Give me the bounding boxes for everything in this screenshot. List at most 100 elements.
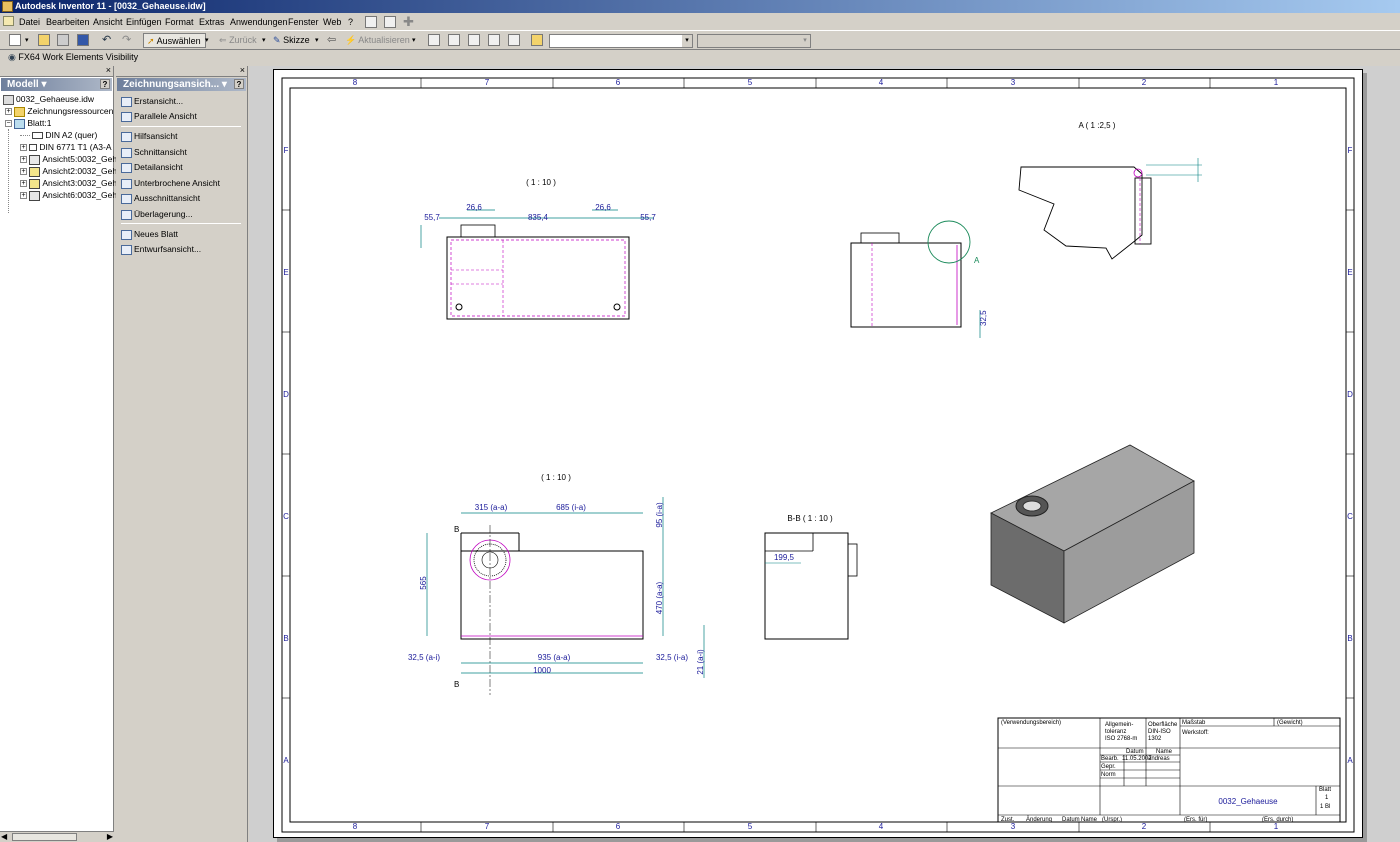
pan-icon[interactable] bbox=[488, 34, 500, 46]
tree-item-border[interactable]: DIN A2 (quer) bbox=[20, 129, 97, 141]
browser-dropdown-icon[interactable]: ▾ bbox=[41, 79, 46, 90]
side-view-outline bbox=[850, 242, 962, 328]
expand-icon[interactable]: + bbox=[20, 156, 27, 164]
redo-icon[interactable]: ↷ bbox=[122, 33, 131, 48]
tool-breakout-view[interactable]: Ausschnittansicht bbox=[121, 191, 200, 205]
collapse-icon[interactable]: − bbox=[5, 120, 12, 128]
layer-combo[interactable]: ▾ bbox=[697, 34, 811, 48]
tool-detail-view[interactable]: Detailansicht bbox=[121, 160, 183, 174]
undo-icon[interactable]: ↶ bbox=[102, 33, 111, 48]
expand-icon[interactable]: + bbox=[20, 168, 27, 176]
back-dropdown-icon[interactable]: ▾ bbox=[262, 33, 266, 48]
top-view[interactable]: ( 1 : 10 ) 55,7 26,6 835,4 26,6 55,7 bbox=[420, 178, 656, 320]
zoom-icon[interactable] bbox=[468, 34, 480, 46]
tool-overlay[interactable]: Überlagerung... bbox=[121, 207, 193, 221]
plus-icon[interactable]: ✚ bbox=[403, 14, 414, 30]
open-icon[interactable] bbox=[38, 34, 50, 46]
expand-icon[interactable]: + bbox=[20, 180, 27, 188]
menu-ansicht[interactable]: Ansicht bbox=[93, 17, 123, 27]
save-icon[interactable] bbox=[77, 34, 89, 46]
front-view[interactable]: ( 1 : 10 ) B B 315 (a-a) 685 (i-a) 95 (i… bbox=[408, 473, 705, 695]
expand-icon[interactable]: + bbox=[5, 108, 12, 116]
tree-item-view6[interactable]: + Ansicht6:0032_Geh bbox=[20, 189, 117, 201]
front-view-outline bbox=[460, 550, 644, 640]
expand-icon[interactable]: + bbox=[20, 144, 27, 152]
tool-draft-view[interactable]: Entwurfsansicht... bbox=[121, 242, 201, 256]
menu-web[interactable]: Web bbox=[323, 17, 341, 27]
tb-footer: Änderung bbox=[1026, 816, 1052, 823]
tool-auxiliary-view[interactable]: Hilfsansicht bbox=[121, 129, 177, 143]
section-view-bb[interactable]: B-B ( 1 : 10 ) 199,5 bbox=[764, 514, 858, 640]
browser-caption[interactable]: Modell ▾ ? bbox=[1, 78, 112, 91]
tree-item-view2[interactable]: + Ansicht2:0032_Geh bbox=[20, 165, 117, 177]
sketch-button[interactable]: ✎ Skizze bbox=[273, 33, 310, 48]
tree-item-sheet[interactable]: − Blatt:1 bbox=[5, 117, 51, 129]
scroll-right-icon[interactable]: ▶ bbox=[107, 832, 113, 841]
scroll-left-icon[interactable]: ◀ bbox=[1, 832, 7, 841]
select-button[interactable]: ➚ Auswählen bbox=[143, 33, 206, 48]
tb-norm: Norm bbox=[1101, 772, 1116, 778]
expand-icon[interactable]: + bbox=[20, 192, 27, 200]
detail-view-a[interactable]: A ( 1 :2,5 ) bbox=[1018, 121, 1202, 260]
panel-help-icon[interactable]: ? bbox=[234, 79, 244, 89]
tool-projected-view[interactable]: Parallele Ansicht bbox=[121, 109, 197, 123]
panel-close-icon[interactable]: × bbox=[240, 65, 245, 75]
tree-item-view3[interactable]: + Ansicht3:0032_Geh bbox=[20, 177, 117, 189]
tree-item-view5[interactable]: + Ansicht5:0032_Geh bbox=[20, 153, 117, 165]
menu-einfuegen[interactable]: Einfügen bbox=[126, 17, 162, 27]
document-icon[interactable] bbox=[3, 16, 14, 26]
style-icon[interactable] bbox=[531, 34, 543, 46]
menu-bearbeiten[interactable]: Bearbeiten bbox=[46, 17, 90, 27]
menu-datei[interactable]: Datei bbox=[19, 17, 40, 27]
select-dropdown-icon[interactable]: ▾ bbox=[205, 33, 209, 48]
tool-section-view[interactable]: Schnittansicht bbox=[121, 145, 187, 159]
scroll-thumb[interactable] bbox=[12, 833, 77, 841]
tool-base-view[interactable]: Erstansicht... bbox=[121, 94, 183, 108]
menu-help[interactable]: ? bbox=[348, 17, 353, 27]
tree-item-label: Ansicht6:0032_Geh bbox=[42, 190, 118, 200]
sketch-dropdown-icon[interactable]: ▾ bbox=[315, 33, 319, 48]
zone-row-label: B bbox=[1347, 634, 1352, 643]
browser-close-icon[interactable]: × bbox=[106, 65, 111, 75]
visibility-button[interactable]: ◉ FX64 Work Elements Visibility bbox=[8, 52, 138, 63]
isometric-view[interactable] bbox=[990, 444, 1195, 624]
new-dropdown-icon[interactable]: ▾ bbox=[25, 33, 29, 48]
help-icon[interactable] bbox=[365, 16, 377, 28]
tool-new-sheet[interactable]: Neues Blatt bbox=[121, 227, 178, 241]
menu-extras[interactable]: Extras bbox=[199, 17, 225, 27]
update-button[interactable]: ⚡ Aktualisieren bbox=[345, 33, 410, 48]
tree-item-titleblock[interactable]: + DIN 6771 T1 (A3-A bbox=[20, 141, 112, 153]
zone-col-label: 4 bbox=[879, 78, 884, 87]
graphics-window[interactable]: 8 7 6 5 4 3 2 1 8 7 6 5 4 3 2 1 F E D C … bbox=[249, 66, 1400, 842]
zoom-select-icon[interactable] bbox=[508, 34, 520, 46]
panel-caption[interactable]: Zeichnungsansich... ▾ ? bbox=[117, 78, 246, 91]
print-icon[interactable] bbox=[57, 34, 69, 46]
section-mark-label: B bbox=[454, 525, 459, 534]
tool-label: Hilfsansicht bbox=[134, 131, 178, 141]
zone-col-label: 2 bbox=[1142, 822, 1147, 831]
return-icon[interactable]: ⇦ bbox=[327, 33, 336, 48]
style-combo[interactable]: ▾ bbox=[549, 34, 693, 48]
menu-format[interactable]: Format bbox=[165, 17, 194, 27]
style-combo-arrow-icon[interactable]: ▾ bbox=[682, 35, 692, 47]
drawing-sheet[interactable]: 8 7 6 5 4 3 2 1 8 7 6 5 4 3 2 1 F E D C … bbox=[273, 69, 1363, 838]
tree-root[interactable]: 0032_Gehaeuse.idw bbox=[3, 93, 94, 105]
zoom-all-icon[interactable] bbox=[428, 34, 440, 46]
tool-break-view[interactable]: Unterbrochene Ansicht bbox=[121, 176, 220, 190]
whats-this-icon[interactable] bbox=[384, 16, 396, 28]
zone-col-label: 8 bbox=[353, 822, 358, 831]
side-view[interactable]: A 32,5 bbox=[850, 220, 988, 338]
back-button[interactable]: ⇐ Zurück bbox=[219, 33, 257, 48]
tb-sheet-of: 1 Bl bbox=[1320, 804, 1330, 810]
menu-fenster[interactable]: Fenster bbox=[288, 17, 319, 27]
layer-combo-arrow-icon[interactable]: ▾ bbox=[800, 35, 810, 47]
new-icon[interactable] bbox=[9, 34, 21, 46]
dim-text: 1000 bbox=[533, 666, 551, 675]
browser-horizontal-scrollbar[interactable]: ◀ ▶ bbox=[0, 831, 114, 842]
zoom-window-icon[interactable] bbox=[448, 34, 460, 46]
tree-item-resources[interactable]: + Zeichnungsressourcen bbox=[5, 105, 113, 117]
menu-anwendungen[interactable]: Anwendungen bbox=[230, 17, 288, 27]
browser-help-icon[interactable]: ? bbox=[100, 79, 110, 89]
panel-dropdown-icon[interactable]: ▾ bbox=[222, 79, 227, 90]
update-dropdown-icon[interactable]: ▾ bbox=[412, 33, 416, 48]
